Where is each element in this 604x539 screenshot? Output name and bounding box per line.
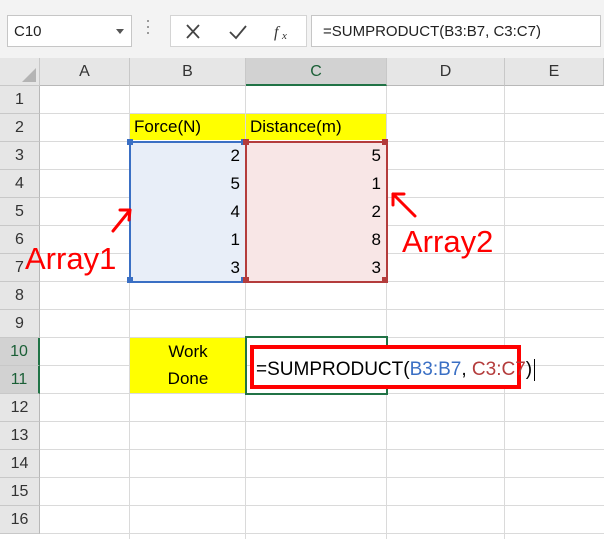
cell-editor[interactable]: =SUMPRODUCT(B3:B7, C3:C7) <box>250 345 536 389</box>
column-header-e[interactable]: E <box>505 58 604 86</box>
range-handle[interactable] <box>243 277 249 283</box>
name-box-value[interactable]: C10 <box>14 23 42 40</box>
select-all-button[interactable] <box>0 58 40 86</box>
edit-ref-array2[interactable]: C3:C7 <box>472 359 526 380</box>
chevron-down-icon[interactable] <box>116 29 124 34</box>
arrow-icon <box>111 208 132 233</box>
row-header-11[interactable]: 11 <box>0 366 40 394</box>
row-header-15[interactable]: 15 <box>0 478 40 506</box>
row-header-14[interactable]: 14 <box>0 450 40 478</box>
array1-annotation: Array1 <box>25 241 117 276</box>
formula-buttons: f x <box>170 15 307 47</box>
row-header-8[interactable]: 8 <box>0 282 40 310</box>
range-handle[interactable] <box>382 277 388 283</box>
row-header-4[interactable]: 4 <box>0 170 40 198</box>
checkmark-icon[interactable] <box>226 22 250 42</box>
edit-prefix[interactable]: =SUMPRODUCT( <box>256 359 410 380</box>
column-header-d[interactable]: D <box>387 58 505 86</box>
column-header-b[interactable]: B <box>130 58 246 86</box>
row-header-5[interactable]: 5 <box>0 198 40 226</box>
row-header-1[interactable]: 1 <box>0 86 40 114</box>
svg-text:x: x <box>281 30 287 42</box>
row-header-2[interactable]: 2 <box>0 114 40 142</box>
formula-text[interactable]: =SUMPRODUCT(B3:B7, C3:C7) <box>323 23 541 40</box>
range-handle[interactable] <box>127 139 133 145</box>
row-header-10[interactable]: 10 <box>0 338 40 366</box>
cell-editor-text[interactable]: =SUMPRODUCT(B3:B7, C3:C7) <box>256 359 536 381</box>
row-header-3[interactable]: 3 <box>0 142 40 170</box>
edit-separator[interactable]: , <box>461 359 472 380</box>
formula-input[interactable]: =SUMPRODUCT(B3:B7, C3:C7) <box>311 15 601 47</box>
work-done-line1: Work <box>168 342 208 361</box>
cell-c2[interactable]: Distance(m) <box>246 114 386 140</box>
array2-annotation: Array2 <box>402 224 494 259</box>
column-header-a[interactable]: A <box>40 58 130 86</box>
text-caret <box>534 359 536 381</box>
work-done-line2: Done <box>167 369 209 388</box>
spreadsheet-grid: A B C D E 1 2 3 4 5 6 7 8 9 10 11 12 13 … <box>0 58 604 539</box>
formula-bar: C10 f x =SUMPRODUCT(B3:B7, C3:C7) <box>0 0 604 62</box>
grip-dots-icon[interactable] <box>146 20 150 40</box>
cell-area[interactable]: Force(N) Distance(m) 2 5 4 1 3 5 1 2 8 3… <box>25 86 604 539</box>
row-header-9[interactable]: 9 <box>0 310 40 338</box>
range-handle[interactable] <box>243 139 249 145</box>
edit-ref-array1[interactable]: B3:B7 <box>410 359 462 380</box>
insert-function-icon[interactable]: f x <box>271 22 295 42</box>
cell-b2[interactable]: Force(N) <box>130 114 245 140</box>
row-header-12[interactable]: 12 <box>0 394 40 422</box>
range-handle[interactable] <box>382 139 388 145</box>
svg-text:f: f <box>274 24 281 41</box>
row-header-16[interactable]: 16 <box>0 506 40 534</box>
range-handle[interactable] <box>127 277 133 283</box>
row-header-13[interactable]: 13 <box>0 422 40 450</box>
array1-range-border <box>129 141 247 283</box>
arrow-icon <box>391 192 417 218</box>
select-all-icon[interactable] <box>22 68 36 82</box>
cancel-icon[interactable] <box>181 22 205 42</box>
array2-range-border <box>245 141 388 283</box>
column-header-c[interactable]: C <box>246 58 387 86</box>
edit-suffix[interactable]: ) <box>526 359 532 380</box>
name-box[interactable]: C10 <box>7 15 132 47</box>
